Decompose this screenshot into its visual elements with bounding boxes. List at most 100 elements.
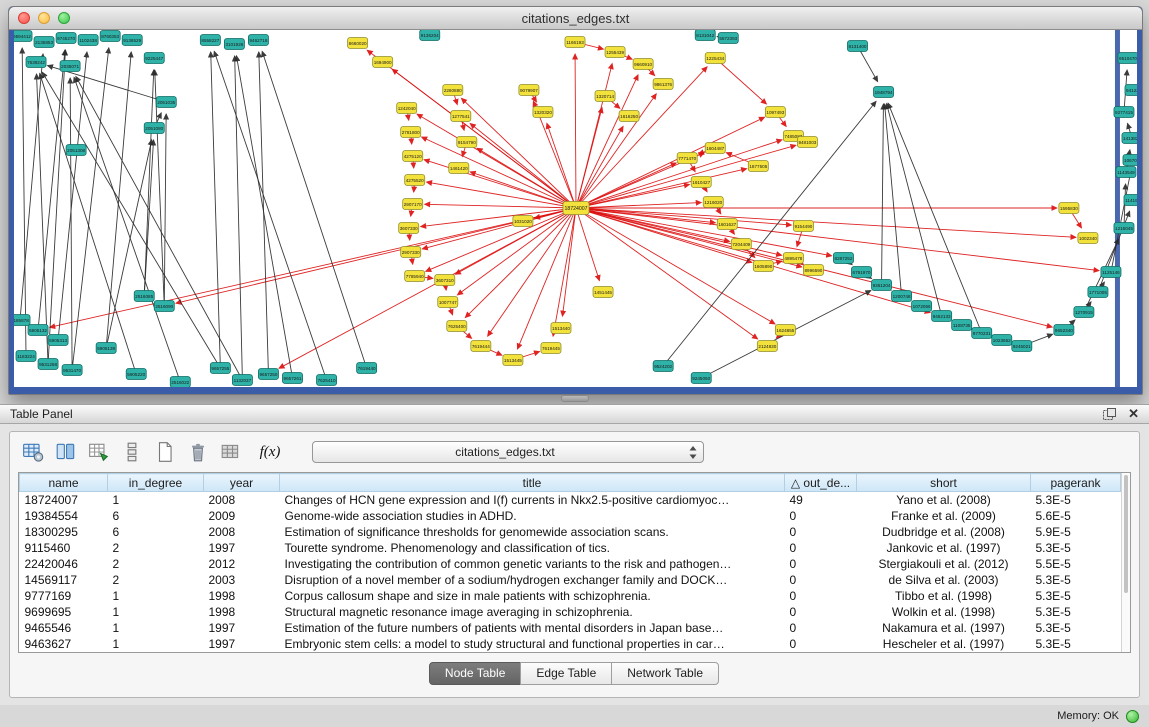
graph-node[interactable]: 1166193: [565, 37, 585, 48]
graph-node[interactable]: 9481003: [797, 137, 817, 148]
graph-node[interactable]: 1031020: [513, 216, 533, 227]
graph-node[interactable]: 2035071: [60, 61, 80, 72]
graph-edge[interactable]: [882, 104, 884, 285]
graph-node[interactable]: 1183224: [16, 351, 36, 362]
table-row[interactable]: 1456911722003Disruption of a novel membe…: [20, 572, 1121, 588]
zoom-window-button[interactable]: [58, 12, 70, 24]
graph-node[interactable]: 9412336: [1125, 85, 1137, 96]
graph-node[interactable]: 1097493: [765, 107, 785, 118]
table-row[interactable]: 1872400712008Changes of HCN gene express…: [20, 492, 1121, 508]
function-builder-button[interactable]: f(x): [251, 440, 289, 464]
graph-edge[interactable]: [50, 208, 576, 327]
graph-node[interactable]: 7204409: [731, 239, 751, 250]
tab-edge-table[interactable]: Edge Table: [520, 662, 612, 685]
graph-node[interactable]: 1225434: [705, 53, 725, 64]
graph-node[interactable]: 5905313: [48, 335, 68, 346]
graph-edge[interactable]: [144, 140, 153, 296]
graph-edge[interactable]: [211, 52, 221, 368]
graph-node[interactable]: 2907170: [403, 199, 423, 210]
table-row[interactable]: 977716911998Corpus callosum shape and si…: [20, 588, 1121, 604]
graph-edge[interactable]: [76, 77, 243, 380]
graph-node[interactable]: 9245050: [691, 373, 711, 384]
table-row[interactable]: 1830029562008Estimation of significance …: [20, 524, 1121, 540]
graph-node[interactable]: 7639242: [26, 57, 46, 68]
graph-node[interactable]: 9861376: [653, 79, 673, 90]
table-row[interactable]: 946554611997Estimation of the future num…: [20, 620, 1121, 636]
graph-node[interactable]: 1072066: [912, 301, 932, 312]
graph-node[interactable]: 7619445: [541, 343, 561, 354]
table-scrollbar[interactable]: [1121, 473, 1130, 652]
graph-node[interactable]: 2051308: [66, 145, 86, 156]
graph-node[interactable]: 1007747: [438, 297, 458, 308]
graph-node[interactable]: 2135853: [34, 37, 54, 48]
graph-node[interactable]: 5905139: [96, 343, 116, 354]
close-panel-icon[interactable]: ✕: [1128, 406, 1139, 422]
graph-node[interactable]: 4895478: [783, 253, 803, 264]
table-scrollbar-thumb[interactable]: [1124, 475, 1128, 593]
graph-edge[interactable]: [279, 208, 576, 368]
graph-node[interactable]: 8996590: [803, 265, 823, 276]
graph-node[interactable]: 3607330: [399, 223, 419, 234]
graph-node[interactable]: 1513440: [551, 323, 571, 334]
graph-edge[interactable]: [422, 208, 576, 249]
graph-node[interactable]: 9361204: [872, 280, 892, 291]
column-header-title[interactable]: title: [280, 474, 785, 492]
graph-edge[interactable]: [421, 208, 576, 227]
graph-node[interactable]: 9652340: [1054, 325, 1074, 336]
graph-node[interactable]: 8760353: [100, 31, 120, 42]
graph-edge[interactable]: [547, 123, 576, 208]
graph-node[interactable]: 6791970: [851, 267, 871, 278]
graph-node[interactable]: 1605890: [753, 261, 773, 272]
graph-node[interactable]: 9524202: [653, 361, 673, 372]
graph-node[interactable]: 4275120: [403, 151, 423, 162]
panel-splitter[interactable]: [0, 392, 1149, 404]
table-selector-dropdown[interactable]: citations_edges.txt: [312, 441, 704, 463]
graph-edge[interactable]: [22, 48, 26, 356]
graph-node[interactable]: 7771470: [677, 153, 697, 164]
graph-edge[interactable]: [576, 208, 599, 281]
column-header-pagerank[interactable]: pagerank: [1031, 474, 1121, 492]
graph-node[interactable]: 1694900: [373, 57, 393, 68]
graph-node[interactable]: 9657261: [282, 373, 302, 384]
column-chooser-icon[interactable]: [53, 440, 79, 464]
graph-node[interactable]: 1102438: [78, 35, 98, 46]
graph-edge[interactable]: [422, 137, 576, 208]
graph-edge[interactable]: [425, 204, 576, 208]
graph-edge[interactable]: [715, 58, 766, 104]
graph-node[interactable]: 1771005: [1088, 287, 1108, 298]
graph-node[interactable]: 9660910: [633, 59, 653, 70]
graph-edge[interactable]: [576, 108, 602, 208]
graph-edge[interactable]: [575, 54, 576, 208]
graph-node[interactable]: 8287252: [833, 253, 853, 264]
graph-node[interactable]: 1601627: [717, 219, 737, 230]
graph-node[interactable]: 1320320: [533, 107, 553, 118]
graph-edge[interactable]: [236, 56, 292, 378]
graph-node[interactable]: 2051035: [156, 97, 176, 108]
graph-edge[interactable]: [576, 184, 689, 208]
graph-node[interactable]: 1320714: [595, 91, 615, 102]
graph-node[interactable]: 1604487: [705, 143, 725, 154]
graph-node[interactable]: 1125146: [1101, 267, 1121, 278]
delete-icon[interactable]: [185, 440, 211, 464]
graph-node[interactable]: 1624855: [775, 325, 795, 336]
graph-node[interactable]: 2516090: [154, 301, 174, 312]
graph-node[interactable]: 9462718: [248, 35, 268, 46]
graph-edge[interactable]: [470, 123, 576, 208]
graph-node[interactable]: 9594412: [14, 31, 32, 42]
edit-table-icon[interactable]: [86, 440, 112, 464]
column-header-year[interactable]: year: [204, 474, 280, 492]
graph-node[interactable]: 9462133: [932, 311, 952, 322]
table-row[interactable]: 911546021997Tourette syndrome. Phenomeno…: [20, 540, 1121, 556]
graph-node[interactable]: 8131042: [695, 30, 715, 41]
graph-node[interactable]: 1132037: [232, 375, 252, 386]
graph-node[interactable]: 1451445: [593, 287, 613, 298]
graph-node[interactable]: 9531470: [62, 365, 82, 376]
graph-edge[interactable]: [576, 163, 676, 208]
graph-node[interactable]: 1143549: [1116, 167, 1136, 178]
graph-node[interactable]: 9225447: [144, 53, 164, 64]
graph-node[interactable]: 5572393: [718, 33, 738, 44]
graph-node[interactable]: 3101926: [224, 39, 244, 50]
graph-edge[interactable]: [424, 160, 576, 208]
graph-node[interactable]: 7785940: [405, 271, 425, 282]
graph-node[interactable]: 1242040: [397, 103, 417, 114]
